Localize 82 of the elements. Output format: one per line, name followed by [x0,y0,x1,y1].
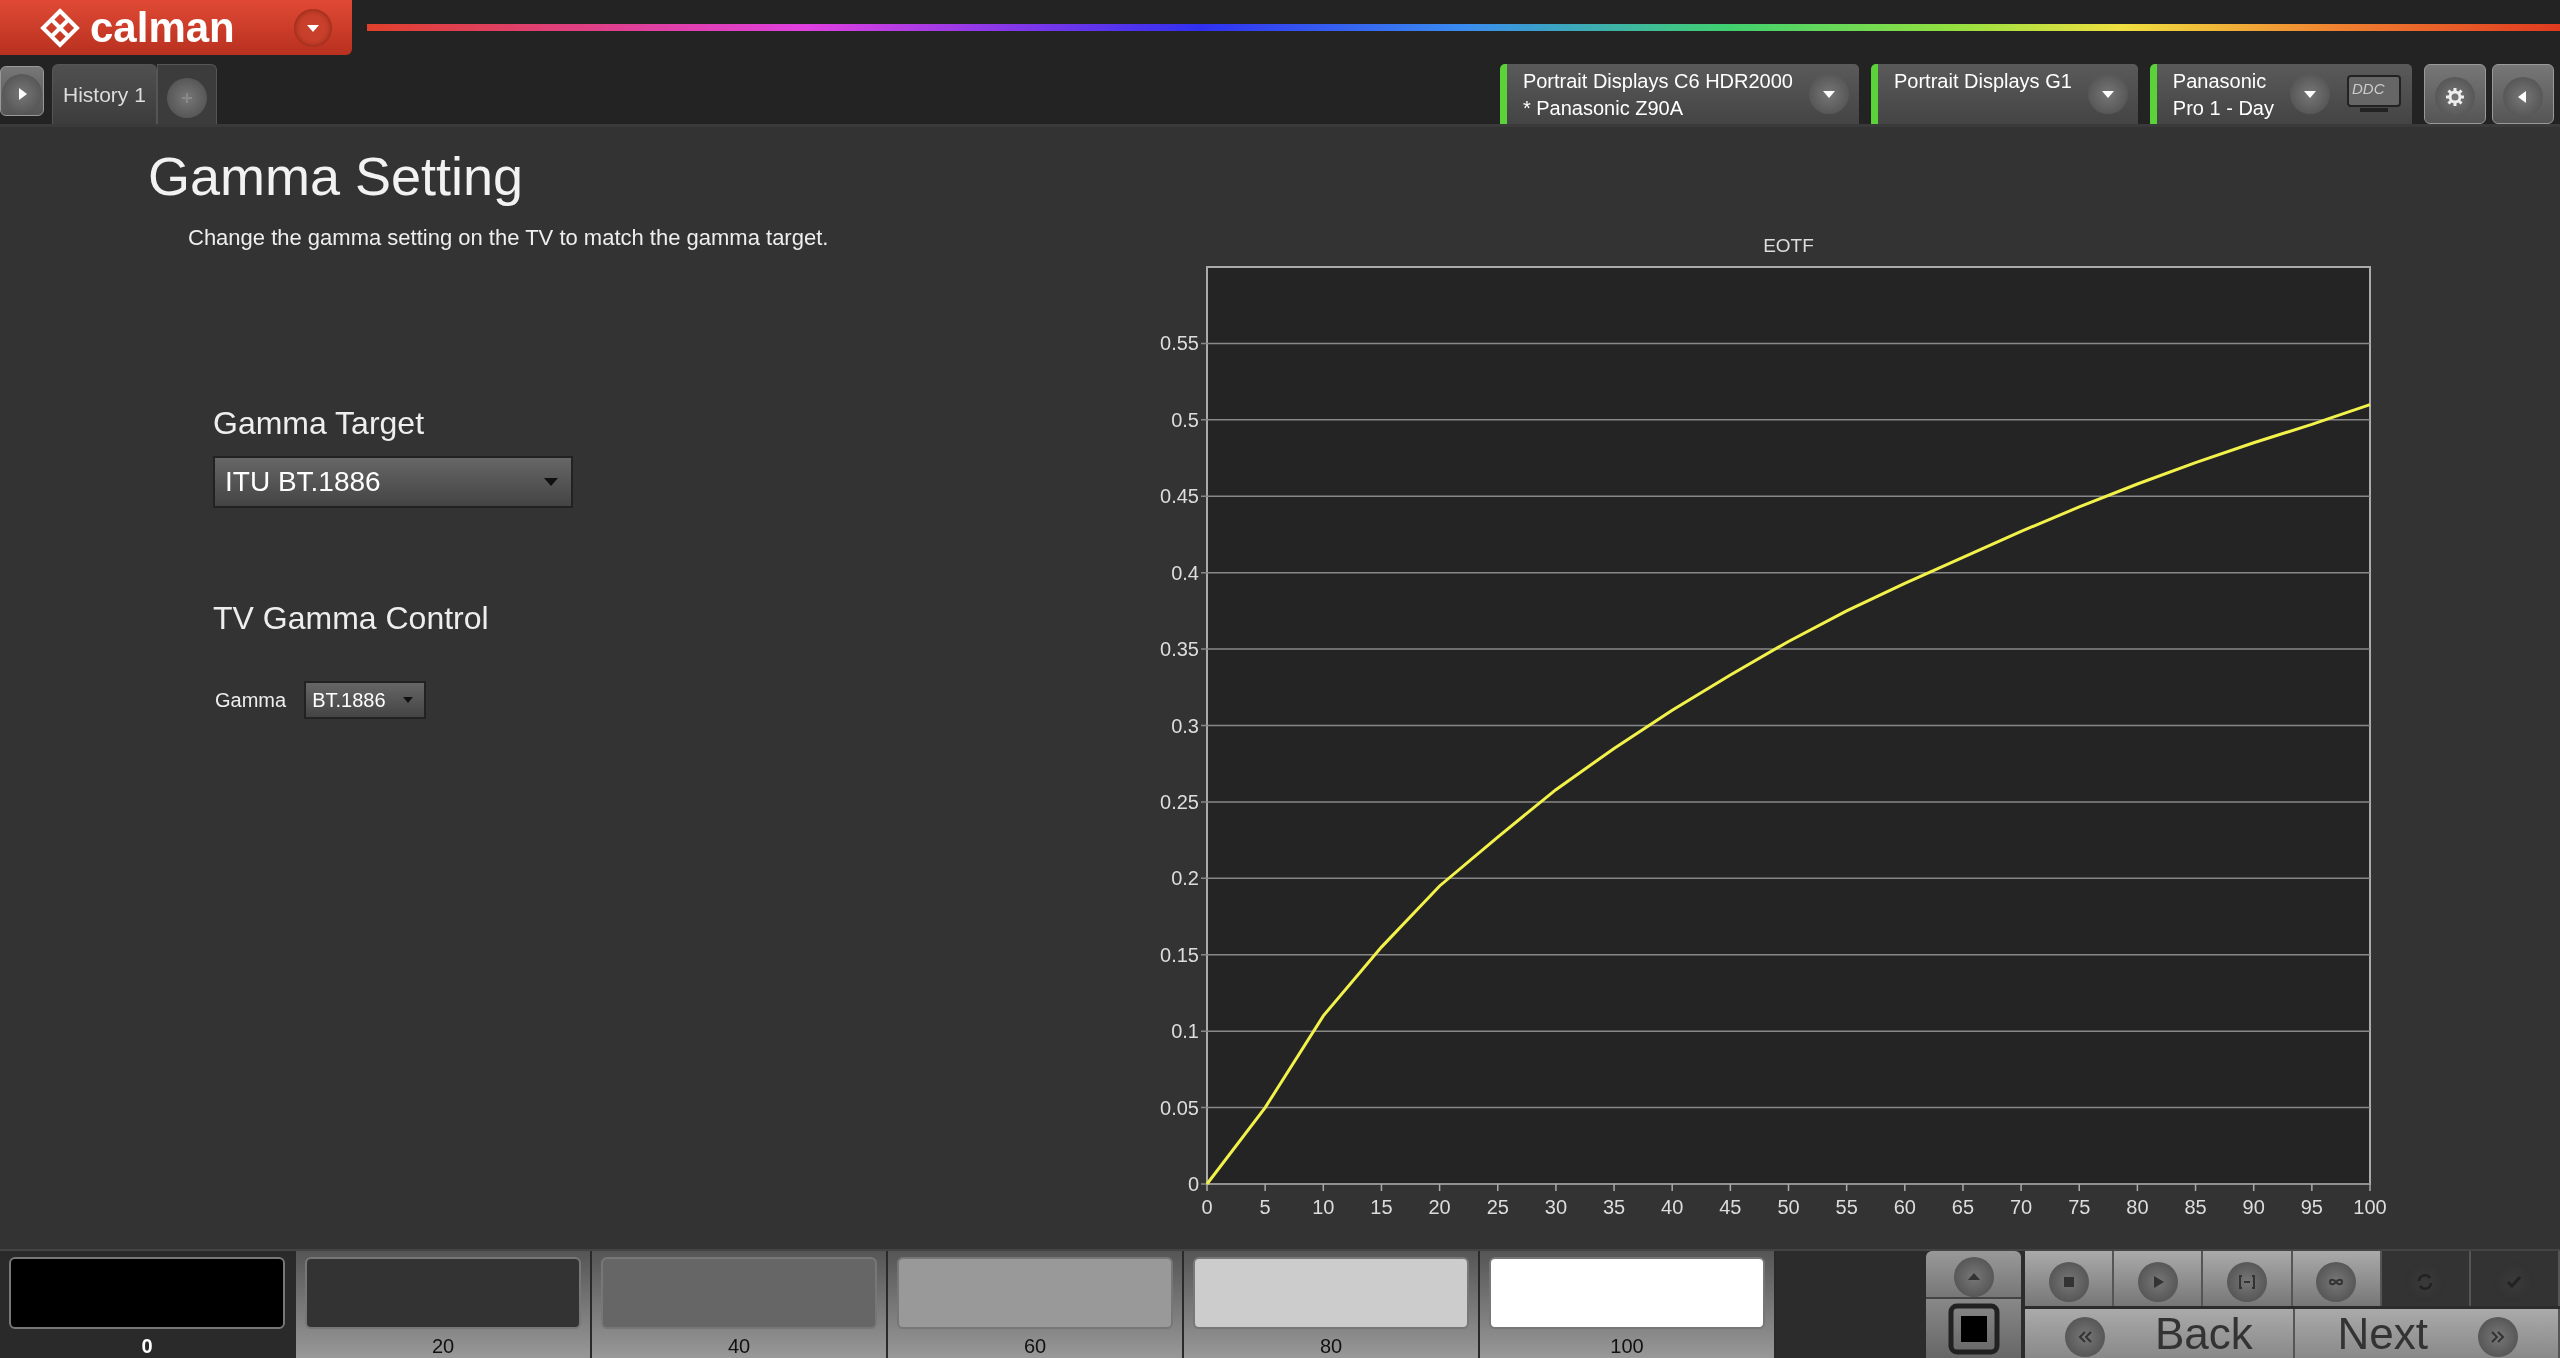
caret-icon [2290,74,2330,114]
gamma-dropdown[interactable]: BT.1886 [304,681,427,719]
square-icon [1947,1303,2000,1355]
gamma-target-dropdown[interactable]: ITU BT.1886 [213,456,573,508]
x-tick-label: 30 [1544,1196,1568,1218]
y-tick-label: 0.15 [1160,943,1199,966]
y-tick-label: 0.45 [1160,485,1199,508]
logo-text: calman [90,3,235,52]
range-icon [2226,1261,2267,1302]
device-name: Portrait Displays C6 HDR2000 [1522,69,1793,94]
x-tick-label: 0 [1201,1196,1213,1218]
stop-icon [2048,1261,2089,1302]
next-button[interactable]: Next [2294,1309,2560,1358]
diamond-logo-icon [40,7,80,48]
collapse-button[interactable] [2492,64,2554,124]
instruction-text: Change the gamma setting on the TV to match the gamma target. [188,225,830,251]
play-button[interactable] [2114,1251,2204,1306]
device-name: Portrait Displays G1 [1894,69,2072,94]
x-tick-label: 65 [1951,1196,1975,1218]
patch-button[interactable]: 60 [888,1251,1184,1358]
x-tick-label: 50 [1777,1196,1800,1218]
play-icon [2,74,42,114]
double-left-icon [2065,1317,2105,1357]
loop-button[interactable] [2292,1251,2382,1306]
add-tab-button[interactable] [156,64,217,124]
x-tick-label: 40 [1661,1196,1684,1218]
device-selector[interactable]: Panasonic Pro 1 - Day DDC [2149,64,2412,124]
x-tick-label: 55 [1835,1196,1858,1218]
device-selector[interactable]: Portrait Displays G1 [1871,64,2138,124]
field-label: Gamma [215,688,287,712]
x-tick-label: 35 [1602,1196,1626,1218]
y-tick-label: 0.05 [1160,1096,1199,1119]
y-tick-label: 0.1 [1171,1020,1199,1043]
x-tick-label: 5 [1259,1196,1271,1218]
caret-icon [1809,74,1849,114]
range-button[interactable] [2203,1251,2293,1306]
patch-button[interactable]: 100 [1480,1251,1776,1358]
stop-pattern-button[interactable] [1926,1297,2021,1358]
play-icon [2137,1261,2178,1302]
up-button[interactable] [1926,1251,2021,1297]
double-right-icon [2478,1317,2518,1357]
chart-title: EOTF [1763,235,1814,256]
x-tick-label: 20 [1428,1196,1451,1218]
back-button[interactable]: Back [2025,1309,2295,1358]
x-tick-label: 10 [1312,1196,1335,1218]
logo-button[interactable]: calman [0,0,352,55]
x-tick-label: 45 [1719,1196,1742,1218]
settings-button[interactable] [2424,64,2486,124]
device-name: Panasonic [2172,69,2268,94]
caret-up-icon [1953,1257,1994,1297]
stop-button[interactable] [2025,1251,2115,1306]
patch-button[interactable]: 80 [1184,1251,1480,1358]
x-tick-label: 25 [1486,1196,1509,1218]
caret-icon [294,8,332,47]
y-tick-label: 0.3 [1171,714,1199,737]
x-tick-label: 80 [2126,1196,2149,1218]
x-tick-label: 90 [2242,1196,2265,1218]
x-tick-label: 60 [1893,1196,1916,1218]
patch-button[interactable]: 20 [296,1251,592,1358]
x-tick-label: 70 [2009,1196,2033,1218]
y-tick-label: 0 [1187,1173,1199,1195]
patch-button[interactable]: 40 [592,1251,888,1358]
x-tick-label: 85 [2184,1196,2207,1218]
x-tick-label: 95 [2300,1196,2323,1218]
x-tick-label: 75 [2068,1196,2091,1218]
y-tick-label: 0.35 [1160,638,1199,661]
expand-button[interactable] [0,66,44,116]
device-selector[interactable]: Portrait Displays C6 HDR2000 * Panasonic Z90A [1499,64,1859,124]
section-heading: TV Gamma Control [213,600,490,637]
device-name: Pro 1 - Day [2172,96,2274,121]
x-tick-label: 100 [2353,1196,2387,1218]
page-title: Gamma Setting [148,145,525,207]
y-tick-label: 0.55 [1160,332,1199,355]
y-tick-label: 0.4 [1171,561,1199,584]
history-tab[interactable]: History 1 [52,64,157,124]
y-tick-label: 0.2 [1171,867,1199,890]
y-tick-label: 0.5 [1171,408,1199,431]
y-tick-label: 0.25 [1160,790,1199,813]
loop-icon [2316,1261,2357,1302]
x-tick-label: 15 [1370,1196,1393,1218]
section-heading: Gamma Target [213,405,426,442]
device-name: * Panasonic Z90A [1522,96,1684,121]
